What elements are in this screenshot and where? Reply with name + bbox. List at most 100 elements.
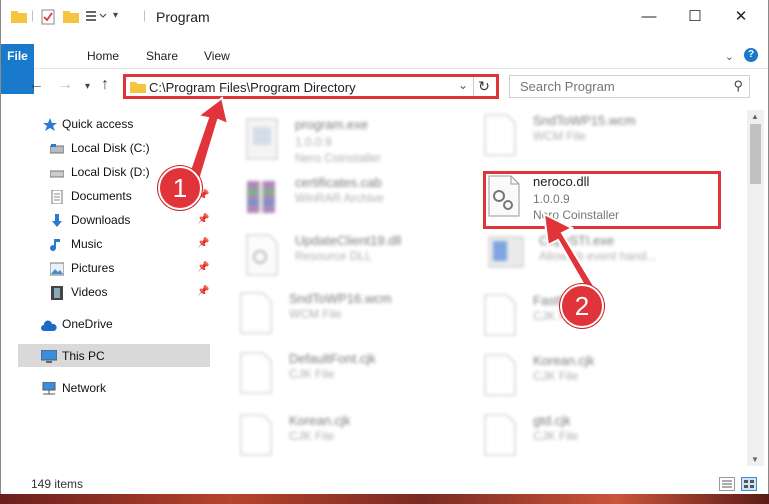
pin-icon[interactable]: 📌 (197, 262, 209, 273)
file-type: Allow sb event hand... (539, 249, 657, 263)
chevron-down-icon[interactable]: ▾ (113, 10, 118, 21)
onedrive-icon (41, 317, 57, 331)
folder-icon (130, 80, 146, 96)
file-version: 1.0.0.9 (295, 135, 332, 149)
chevron-down-icon[interactable]: ⌄ (458, 78, 468, 92)
dll-file-icon (243, 233, 281, 277)
desktop-background (0, 494, 769, 504)
nav-label: Quick access (62, 117, 134, 131)
generic-file-icon (481, 353, 519, 397)
recent-chevron-icon[interactable]: ▾ (85, 81, 90, 92)
generic-file-icon (237, 351, 275, 395)
file-type: CJK File (289, 429, 335, 443)
details-view-icon[interactable] (719, 477, 735, 491)
nav-label: Local Disk (D:) (71, 165, 150, 179)
file-name: DefaultFont.cjk (289, 351, 376, 366)
callout-badge-1: 1 (158, 166, 202, 210)
nav-label: This PC (62, 349, 105, 363)
tab-view[interactable]: View (192, 44, 242, 68)
up-arrow-icon[interactable]: ↑ (101, 76, 109, 94)
forward-arrow-icon[interactable]: → (57, 76, 73, 94)
star-icon (43, 117, 57, 131)
documents-icon (50, 189, 64, 205)
back-arrow-icon[interactable]: ← (28, 76, 44, 94)
generic-file-icon (481, 293, 519, 337)
file-name: certificates.cab (295, 175, 382, 190)
archive-file-icon (243, 175, 281, 219)
drive-icon (49, 165, 65, 179)
scroll-up-icon[interactable]: ▲ (751, 112, 759, 121)
pc-icon (40, 349, 58, 363)
file-type: WinRAR Archive (295, 191, 384, 205)
search-icon[interactable]: ⚲ (733, 78, 743, 94)
window-title: Program (156, 9, 210, 25)
nav-label: OneDrive (62, 317, 113, 331)
generic-file-icon (237, 291, 275, 335)
nav-label: Local Disk (C:) (71, 141, 150, 155)
minimize-button[interactable]: — (626, 0, 672, 34)
pin-icon[interactable]: 📌 (197, 238, 209, 249)
vertical-scrollbar[interactable]: ▲ ▼ (747, 110, 764, 466)
scroll-thumb[interactable] (750, 124, 761, 184)
file-type: CJK File (533, 429, 579, 443)
file-type: WCM File (533, 129, 586, 143)
file-type: CJK File (533, 369, 579, 383)
file-type: CJK File (289, 367, 335, 381)
separator: | (31, 8, 35, 22)
refresh-icon[interactable]: ↻ (473, 77, 494, 96)
tiles-view-icon[interactable] (741, 477, 757, 491)
folder-icon (11, 9, 27, 26)
pictures-icon (49, 261, 65, 276)
new-folder-icon[interactable] (63, 9, 79, 26)
pin-icon[interactable]: 📌 (197, 286, 209, 297)
nav-label: Network (62, 381, 107, 395)
highlight-box (483, 171, 721, 229)
chevron-down-icon[interactable]: ⌄ (725, 50, 734, 63)
scroll-down-icon[interactable]: ▼ (751, 455, 759, 464)
pin-icon[interactable]: 📌 (197, 214, 209, 225)
search-input[interactable] (518, 78, 722, 95)
nav-label: Pictures (71, 261, 115, 275)
music-icon (50, 237, 64, 252)
file-name: Korean.cjk (533, 353, 595, 368)
generic-file-icon (481, 113, 519, 157)
file-name: CopySTI.exe (539, 233, 615, 248)
close-button[interactable]: ✕ (718, 0, 764, 34)
file-name: SndToWP16.wcm (289, 291, 392, 306)
help-icon[interactable]: ? (744, 48, 758, 62)
videos-icon (50, 285, 64, 300)
exe-file-icon (487, 233, 525, 277)
nav-label: Downloads (71, 213, 131, 227)
address-path[interactable]: C:\Program Files\Program Directory (149, 80, 356, 95)
file-name: Korean.cjk (289, 413, 351, 428)
file-type: WCM File (289, 307, 342, 321)
drive-icon (49, 141, 65, 155)
callout-badge-2: 2 (560, 284, 604, 328)
file-type: Resource DLL (295, 249, 372, 263)
file-name: UpdateClient19.dll (295, 233, 402, 248)
network-icon (41, 381, 57, 395)
address-bar[interactable]: C:\Program Files\Program Directory ⌄ ↻ (123, 74, 499, 99)
tab-home[interactable]: Home (75, 44, 131, 68)
downloads-icon (50, 213, 64, 227)
file-name: gtd.cjk (533, 413, 571, 428)
explorer-window: | ▾ | Program — ☐ ✕ File Home Share View… (0, 0, 769, 494)
exe-file-icon (243, 117, 281, 161)
file-name: SndToWP15.wcm (533, 113, 636, 128)
tab-share[interactable]: Share (134, 44, 190, 68)
nav-label: Documents (71, 189, 132, 203)
navigation-pane: Quick access Local Disk (C:) Local Disk … (1, 110, 211, 470)
generic-file-icon (481, 413, 519, 457)
nav-label: Videos (71, 285, 108, 299)
nav-label: Music (71, 237, 103, 251)
item-count: 149 items (31, 477, 84, 491)
maximize-button[interactable]: ☐ (672, 0, 718, 34)
properties-icon[interactable] (41, 9, 55, 28)
generic-file-icon (237, 413, 275, 457)
separator: | (143, 8, 147, 22)
ribbon: File Home Share View ⌄ ? (1, 44, 768, 94)
search-box[interactable]: ⚲ (509, 75, 750, 98)
status-bar: 149 items (1, 474, 768, 494)
title-bar: | ▾ | Program — ☐ ✕ (1, 0, 768, 34)
customize-icon[interactable] (85, 9, 109, 26)
